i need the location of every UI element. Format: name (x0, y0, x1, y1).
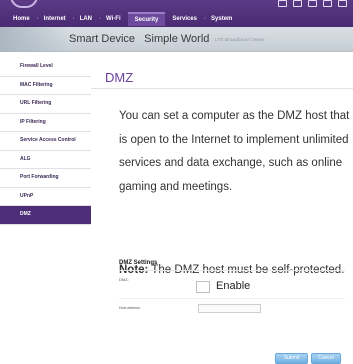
user-icon[interactable] (338, 0, 347, 7)
signal-icon (308, 0, 317, 7)
nav-security[interactable]: Security (127, 12, 166, 26)
nav-internet-label: Internet (43, 16, 66, 22)
nav-system[interactable]: System (204, 12, 239, 26)
top-status-icons (278, 0, 347, 8)
settings-section-title: DMZ Settings (119, 260, 158, 266)
nav-internet[interactable]: Internet · (37, 12, 75, 26)
top-bar: Home· Internet· LAN· Wi-Fi· Security Ser… (0, 0, 353, 27)
main-content: DMZ You can set a computer as the DMZ ho… (91, 58, 353, 364)
main-nav: Home· Internet· LAN· Wi-Fi· Security Ser… (6, 12, 239, 26)
nav-wifi-label: Wi-Fi (106, 16, 121, 22)
nav-wifi[interactable]: Wi-Fi· (99, 12, 130, 26)
sidebar-item-port-forwarding[interactable]: Port Forwarding (0, 169, 91, 188)
sidebar-item-ip-filtering[interactable]: IP Filtering (0, 114, 91, 132)
nav-home[interactable]: Home · (6, 12, 39, 26)
nav-system-label: System (211, 16, 233, 22)
sidebar-item-firewall-level[interactable]: Firewall Level (0, 58, 91, 77)
host-address-label: Host address: (119, 306, 141, 310)
sidebar-item-service-access-control[interactable]: Service Access Control (0, 132, 91, 151)
banner-tagline: Smart Device Simple World (69, 33, 210, 45)
dmz-label: DMZ: (119, 277, 129, 282)
banner: Smart Device Simple World LTE Broadband … (0, 27, 353, 52)
page-title: DMZ (105, 70, 134, 85)
nav-lan-label: LAN (79, 16, 93, 22)
submit-button[interactable]: Submit (275, 353, 308, 364)
dmz-row-divider (119, 298, 345, 299)
title-divider (91, 88, 353, 89)
nav-home-label: Home (13, 16, 30, 22)
sidebar-item-dmz[interactable]: DMZ (0, 206, 91, 225)
sidebar-item-mac-filtering[interactable]: MAC Filtering (0, 77, 91, 95)
page-description: You can set a computer as the DMZ host t… (119, 110, 350, 193)
settings-divider (119, 270, 345, 271)
cancel-button[interactable]: Cancel (311, 353, 341, 364)
logo-swoosh-icon (10, 0, 38, 8)
nav-security-label: Security (134, 17, 159, 23)
sidebar: Firewall Level MAC Filtering URL Filteri… (0, 58, 91, 225)
host-address-input[interactable] (198, 304, 261, 313)
sidebar-item-upnp[interactable]: UPnP (0, 188, 91, 206)
sms-icon[interactable] (293, 0, 302, 7)
nav-services-label: Services (172, 16, 198, 22)
banner-subtitle: LTE Broadband Center (215, 37, 265, 42)
dmz-enable-label: Enable (216, 280, 251, 292)
nav-services[interactable]: Services · (165, 12, 206, 26)
dmz-enable-checkbox[interactable] (196, 281, 210, 293)
nav-lan[interactable]: LAN · (73, 12, 101, 26)
sidebar-item-url-filtering[interactable]: URL Filtering (0, 95, 91, 114)
banner-graphic (0, 27, 70, 52)
wifi-icon (323, 0, 332, 7)
mail-icon[interactable] (278, 0, 287, 7)
sidebar-item-alg[interactable]: ALG (0, 151, 91, 169)
